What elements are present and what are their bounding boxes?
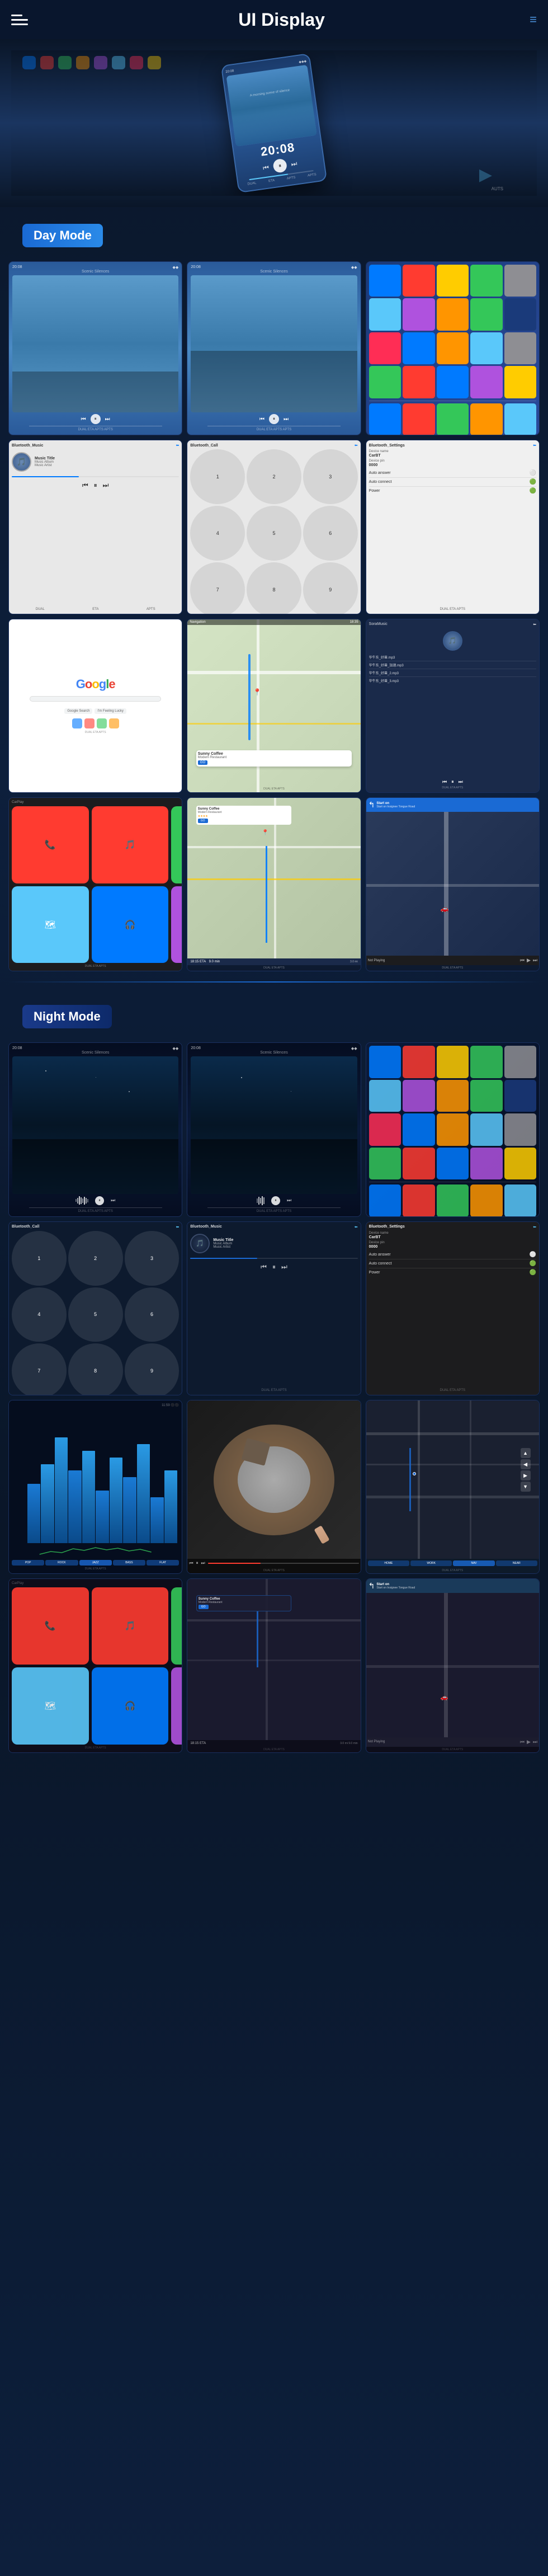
night-video: ⏮ ⏸ ⏭ DUAL ETA APTS <box>187 1400 361 1574</box>
hero-section: 20:08◆◆◆ A morning scene of silence 20:0… <box>0 39 548 207</box>
day-map: 📍 Navigation18:35 Sunny Coffee Modern Re… <box>187 619 361 793</box>
day-carplay-nav1: 📍 Sunny Coffee Modern Restaurant ★★★★ GO… <box>187 797 361 971</box>
app-header: UI Display ≡ <box>0 0 548 39</box>
day-bluetooth-call: Bluetooth_Call ⬅ 1 2 3 4 5 6 7 8 9 * 0 #… <box>187 440 361 614</box>
night-bluetooth-music: Bluetooth_Music ⬅ 🎵 Music Title Music Al… <box>187 1221 361 1395</box>
day-carplay-apps: CarPlay 📞 🎵 💬 🗺 🎧 🎬 DUAL ETA APTS <box>8 797 182 971</box>
night-bluetooth-settings: Bluetooth_Settings ⬅ Device name CarBT D… <box>366 1221 540 1395</box>
day-bluetooth-settings: Bluetooth_Settings ⬅ Device name CarBT D… <box>366 440 540 614</box>
day-music-2: 20:08 ◆◆ Scenic Silences ⏮ ⏸ ⏭ DUAL ETA … <box>187 261 361 435</box>
night-map: ▲ ◀ ▶ ▼ HOME WORK NAV NEAR DUAL ETA APTS <box>366 1400 540 1574</box>
night-row-2: Bluetooth_Call ⬅ 1 2 3 4 5 6 7 8 9 * 0 #… <box>0 1221 548 1400</box>
day-local-music: SoraMusic⬅ 🎵 华牛东_好兽.mp3 华牛东_好兽_加速.mp3 华牛… <box>366 619 540 793</box>
night-carplay-nav1: Sunny Coffee Modern Restaurant GO 18:15 … <box>187 1578 361 1752</box>
night-carplay-nav2: ↰ Start on Start on Insignee Tongue Road… <box>366 1578 540 1752</box>
day-row-4: CarPlay 📞 🎵 💬 🗺 🎧 🎬 DUAL ETA APTS <box>0 797 548 976</box>
page-title: UI Display <box>34 10 530 30</box>
night-row-4: CarPlay 📞 🎵 💬 🗺 🎧 🎬 DUAL ETA APTS <box>0 1578 548 1757</box>
night-row-1: 20:08 ◆◆ Scenic Silences <box>0 1042 548 1221</box>
day-row-3: Google Google Search I'm Feeling Lucky D… <box>0 619 548 797</box>
day-mode-label: Day Mode <box>22 224 103 247</box>
day-mode-section: Day Mode <box>0 207 548 261</box>
night-carplay-apps: CarPlay 📞 🎵 💬 🗺 🎧 🎬 DUAL ETA APTS <box>8 1578 182 1752</box>
day-google: Google Google Search I'm Feeling Lucky D… <box>8 619 182 793</box>
menu-button[interactable] <box>11 8 34 31</box>
night-eq-visual: 11:59 ⚫⚫ <box>8 1400 182 1574</box>
mode-divider <box>8 981 540 983</box>
night-music-2: 20:08 ◆◆ Scenic Silences ⏸ ⏭ DUA <box>187 1042 361 1216</box>
night-music-1: 20:08 ◆◆ Scenic Silences <box>8 1042 182 1216</box>
day-music-1: 20:08 ◆◆ Scenic Silences ⏮ ⏸ ⏭ DUAL ETA … <box>8 261 182 435</box>
hero-device: 20:08◆◆◆ A morning scene of silence 20:0… <box>221 53 327 193</box>
night-app-grid <box>366 1042 540 1216</box>
night-mode-label: Night Mode <box>22 1005 112 1028</box>
nav-menu-icon[interactable]: ≡ <box>530 12 537 27</box>
night-bluetooth-call: Bluetooth_Call ⬅ 1 2 3 4 5 6 7 8 9 * 0 #… <box>8 1221 182 1395</box>
day-row-2: Bluetooth_Music ⬅ 🎵 Music Title Music Al… <box>0 440 548 618</box>
day-carplay-nav2: ↰ Start on Start on Insignee Tongue Road… <box>366 797 540 971</box>
night-mode-section: Night Mode <box>0 988 548 1042</box>
night-row-3: 11:59 ⚫⚫ <box>0 1400 548 1578</box>
day-row-1: 20:08 ◆◆ Scenic Silences ⏮ ⏸ ⏭ DUAL ETA … <box>0 261 548 440</box>
day-app-grid <box>366 261 540 435</box>
day-bluetooth-music: Bluetooth_Music ⬅ 🎵 Music Title Music Al… <box>8 440 182 614</box>
